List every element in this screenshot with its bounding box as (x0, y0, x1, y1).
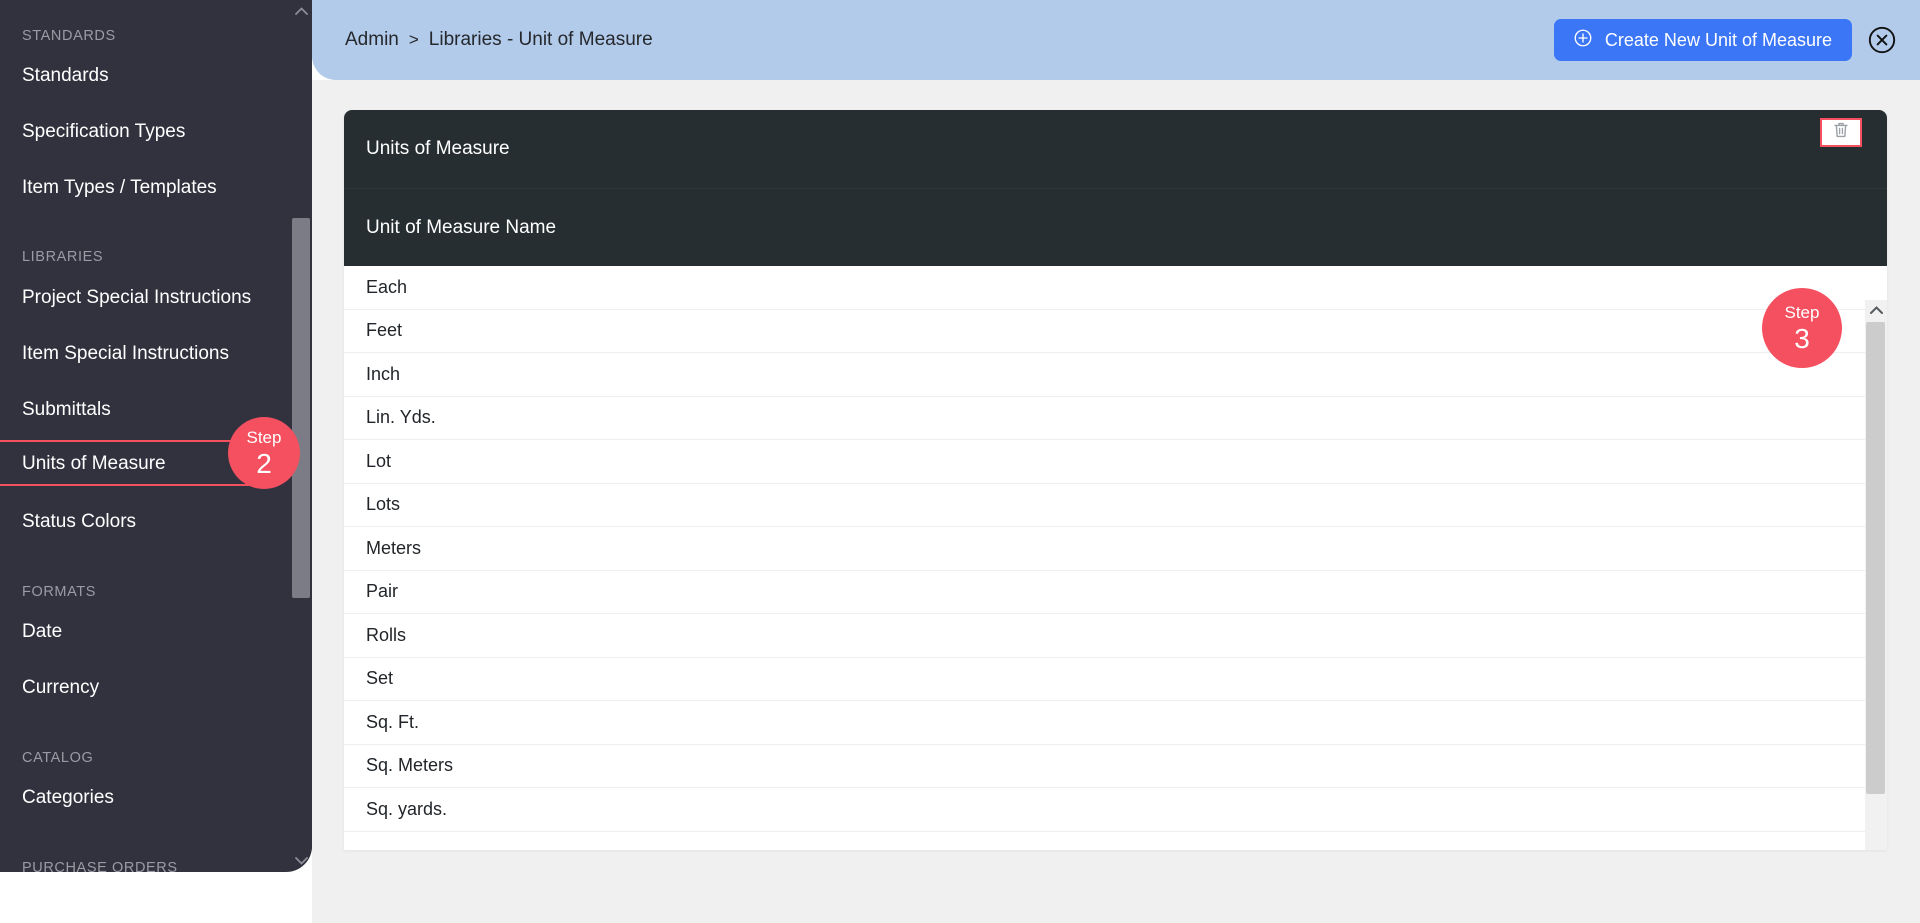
unit-of-measure-name: Lot (366, 450, 392, 471)
app-root: STANDARDS Standards Specification Types … (0, 0, 1920, 923)
table-scrollbar-thumb[interactable] (1866, 322, 1885, 794)
unit-of-measure-name: Set (366, 668, 394, 689)
breadcrumb-root[interactable]: Admin (345, 29, 399, 51)
sidebar-section-catalog-label: CATALOG (22, 750, 94, 766)
plus-circle-icon (1574, 29, 1592, 52)
unit-of-measure-name: Sq. Meters (366, 755, 454, 776)
table-row[interactable]: Each (344, 266, 1887, 310)
table-row[interactable]: Pair (344, 570, 1887, 614)
unit-of-measure-name: Lots (366, 494, 401, 515)
step-badge-2: Step 2 (228, 417, 300, 489)
table-row[interactable]: Lin. Yds. (344, 396, 1887, 440)
main-content: Units of Measure Unit of Measure Name Ea… (312, 80, 1920, 923)
table-row[interactable]: Sq. Meters (344, 744, 1887, 788)
step-badge-3: Step 3 (1762, 288, 1842, 368)
sidebar-section-libraries-label: LIBRARIES (22, 249, 104, 265)
sidebar-section-purchase-orders-label: PURCHASE ORDERS (22, 860, 178, 872)
unit-of-measure-name: Each (366, 276, 408, 297)
unit-of-measure-name: Sq. yards. (366, 798, 448, 819)
sidebar-item-categories[interactable]: Categories (0, 788, 114, 807)
table-row[interactable]: Inch (344, 353, 1887, 397)
chevron-right-icon: > (408, 30, 419, 49)
units-of-measure-card: Units of Measure Unit of Measure Name Ea… (344, 110, 1887, 850)
unit-of-measure-name: Rolls (366, 624, 407, 645)
unit-of-measure-name: Pair (366, 581, 399, 602)
step-badge-3-number: 3 (1794, 322, 1810, 354)
sidebar-item-specification-types[interactable]: Specification Types (0, 122, 185, 141)
unit-of-measure-name: Lin. Yds. (366, 407, 436, 428)
sidebar-item-item-types-templates[interactable]: Item Types / Templates (0, 178, 217, 197)
sidebar-item-units-of-measure[interactable]: Units of Measure (0, 440, 250, 486)
create-button-label: Create New Unit of Measure (1604, 29, 1832, 50)
sidebar-item-status-colors[interactable]: Status Colors (0, 512, 136, 531)
breadcrumb: Admin > Libraries - Unit of Measure (345, 29, 653, 51)
sidebar-section-standards-label: STANDARDS (22, 28, 116, 44)
sidebar-item-date[interactable]: Date (0, 622, 62, 641)
table-row[interactable]: Feet (344, 309, 1887, 353)
card-title: Units of Measure (344, 110, 1887, 188)
unit-of-measure-name: Meters (366, 537, 422, 558)
chevron-up-icon[interactable] (1866, 300, 1886, 320)
table-row[interactable]: Sq. yards. (344, 788, 1887, 832)
page-header: Admin > Libraries - Unit of Measure Crea… (312, 0, 1920, 80)
header-actions: Create New Unit of Measure (1553, 19, 1896, 61)
table-row[interactable]: Rolls (344, 614, 1887, 658)
table-row[interactable]: Lot (344, 440, 1887, 484)
step-badge-3-word: Step (1784, 302, 1820, 322)
breadcrumb-current: Libraries - Unit of Measure (428, 29, 653, 50)
table-column-header-unit-of-measure-name: Unit of Measure Name (344, 188, 1887, 266)
table-row[interactable]: Lots (344, 483, 1887, 527)
unit-of-measure-name: Inch (366, 363, 401, 384)
sidebar-item-item-special-instructions[interactable]: Item Special Instructions (0, 344, 229, 363)
unit-of-measure-name: Feet (366, 320, 403, 341)
delete-row-button[interactable] (1820, 118, 1862, 147)
trash-icon (1833, 121, 1849, 144)
table-row[interactable]: Sq. Ft. (344, 701, 1887, 745)
sidebar-item-project-special-instructions[interactable]: Project Special Instructions (0, 288, 251, 307)
step-badge-2-word: Step (246, 427, 282, 447)
table-row[interactable]: Meters (344, 527, 1887, 571)
create-new-unit-of-measure-button[interactable]: Create New Unit of Measure (1553, 19, 1852, 61)
sidebar-item-currency[interactable]: Currency (0, 678, 99, 697)
chevron-down-icon[interactable] (290, 850, 312, 872)
chevron-up-icon[interactable] (290, 0, 312, 22)
sidebar-scrollbar-thumb[interactable] (292, 218, 310, 598)
step-badge-2-number: 2 (256, 447, 272, 479)
sidebar-section-formats-label: FORMATS (22, 584, 97, 600)
close-circle-icon[interactable] (1868, 26, 1896, 54)
sidebar-item-submittals[interactable]: Submittals (0, 400, 111, 419)
table-row[interactable]: Set (344, 657, 1887, 701)
unit-of-measure-name: Sq. Ft. (366, 711, 420, 732)
sidebar-item-standards[interactable]: Standards (0, 66, 109, 85)
units-table-body: Each Feet Inch Lin. Yds. Lot Lots Meters Pair Ro… (344, 266, 1887, 832)
